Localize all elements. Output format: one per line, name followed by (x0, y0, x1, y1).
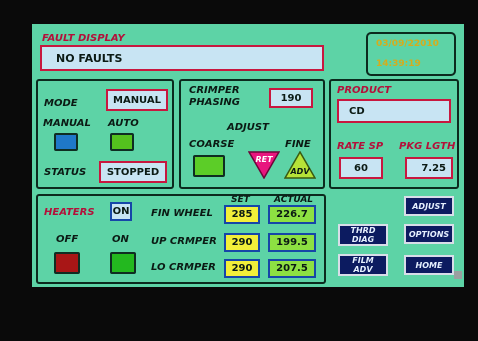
adv-label: ADV (289, 167, 310, 176)
coarse-label: COARSE (189, 139, 235, 150)
time-display: 14:39:19 (376, 59, 421, 69)
auto-label: AUTO (108, 118, 139, 129)
fin-wheel-label: FIN WHEEL (151, 208, 213, 219)
options-button[interactable]: OPTIONS (404, 224, 454, 244)
mode-value-field: MANUAL (106, 89, 168, 111)
home-button[interactable]: HOME (404, 255, 454, 275)
crimper-phasing-field: 190 (269, 88, 313, 108)
adjust-label: ADJUST (227, 122, 269, 133)
actual-header: ACTUAL (274, 195, 314, 205)
product-panel: PRODUCT CD RATE SP PKG LGTH 60 7.25 (329, 79, 459, 189)
product-value-field: CD (337, 99, 451, 123)
manual-mode-button[interactable] (54, 133, 78, 151)
mode-panel: MODE MANUAL MANUAL AUTO STATUS STOPPED (36, 79, 174, 189)
adv-button[interactable]: ADV (284, 151, 316, 179)
set-header: SET (231, 195, 250, 205)
heaters-state-field: ON (110, 202, 132, 221)
lo-crmper-actual: 207.5 (268, 259, 316, 278)
manual-label: MANUAL (43, 118, 91, 129)
up-crmper-set: 290 (224, 233, 260, 252)
lo-crmper-label: LO CRMPER (151, 262, 216, 273)
fin-wheel-actual: 226.7 (268, 205, 316, 224)
crimper-phasing-label: CRIMPER PHASING (189, 85, 240, 108)
up-crmper-label: UP CRMPER (151, 236, 217, 247)
rate-sp-field: 60 (339, 157, 383, 179)
screen-corner-marker (454, 271, 462, 279)
fine-label: FINE (285, 139, 311, 150)
product-label: PRODUCT (337, 85, 392, 96)
fin-wheel-set: 285 (224, 205, 260, 224)
heaters-off-label: OFF (56, 234, 79, 245)
ret-label: RET (255, 155, 273, 164)
hmi-screen: FAULT DISPLAY NO FAULTS 03/09/22010 14:3… (32, 24, 464, 287)
pkg-lgth-label: PKG LGTH (399, 141, 456, 152)
ret-button[interactable]: RET (248, 151, 280, 179)
pkg-lgth-field: 7.25 (405, 157, 453, 179)
auto-mode-button[interactable] (110, 133, 134, 151)
crimper-panel: CRIMPER PHASING 190 ADJUST COARSE FINE RE… (179, 79, 325, 189)
datetime-panel: 03/09/22010 14:39:19 (366, 32, 456, 76)
lo-crmper-set: 290 (224, 259, 260, 278)
heaters-label: HEATERS (44, 207, 95, 218)
film-adv-button[interactable]: FILM ADV (338, 254, 388, 276)
up-crmper-actual: 199.5 (268, 233, 316, 252)
status-value-field: STOPPED (99, 161, 167, 183)
status-label: STATUS (44, 167, 87, 178)
thrd-diag-button[interactable]: THRD DIAG (338, 224, 388, 246)
fault-message-field: NO FAULTS (40, 45, 324, 71)
heaters-on-button[interactable] (110, 252, 136, 274)
heaters-panel: HEATERS ON OFF ON SET ACTUAL FIN WHEEL 2… (36, 194, 326, 284)
rate-sp-label: RATE SP (337, 141, 384, 152)
fault-display-title: FAULT DISPLAY (42, 33, 125, 44)
mode-label: MODE (44, 98, 78, 109)
adjust-button[interactable]: ADJUST (404, 196, 454, 216)
heaters-off-button[interactable] (54, 252, 80, 274)
heaters-on-label: ON (112, 234, 129, 245)
date-display: 03/09/22010 (376, 39, 439, 49)
coarse-adjust-button[interactable] (193, 155, 225, 177)
